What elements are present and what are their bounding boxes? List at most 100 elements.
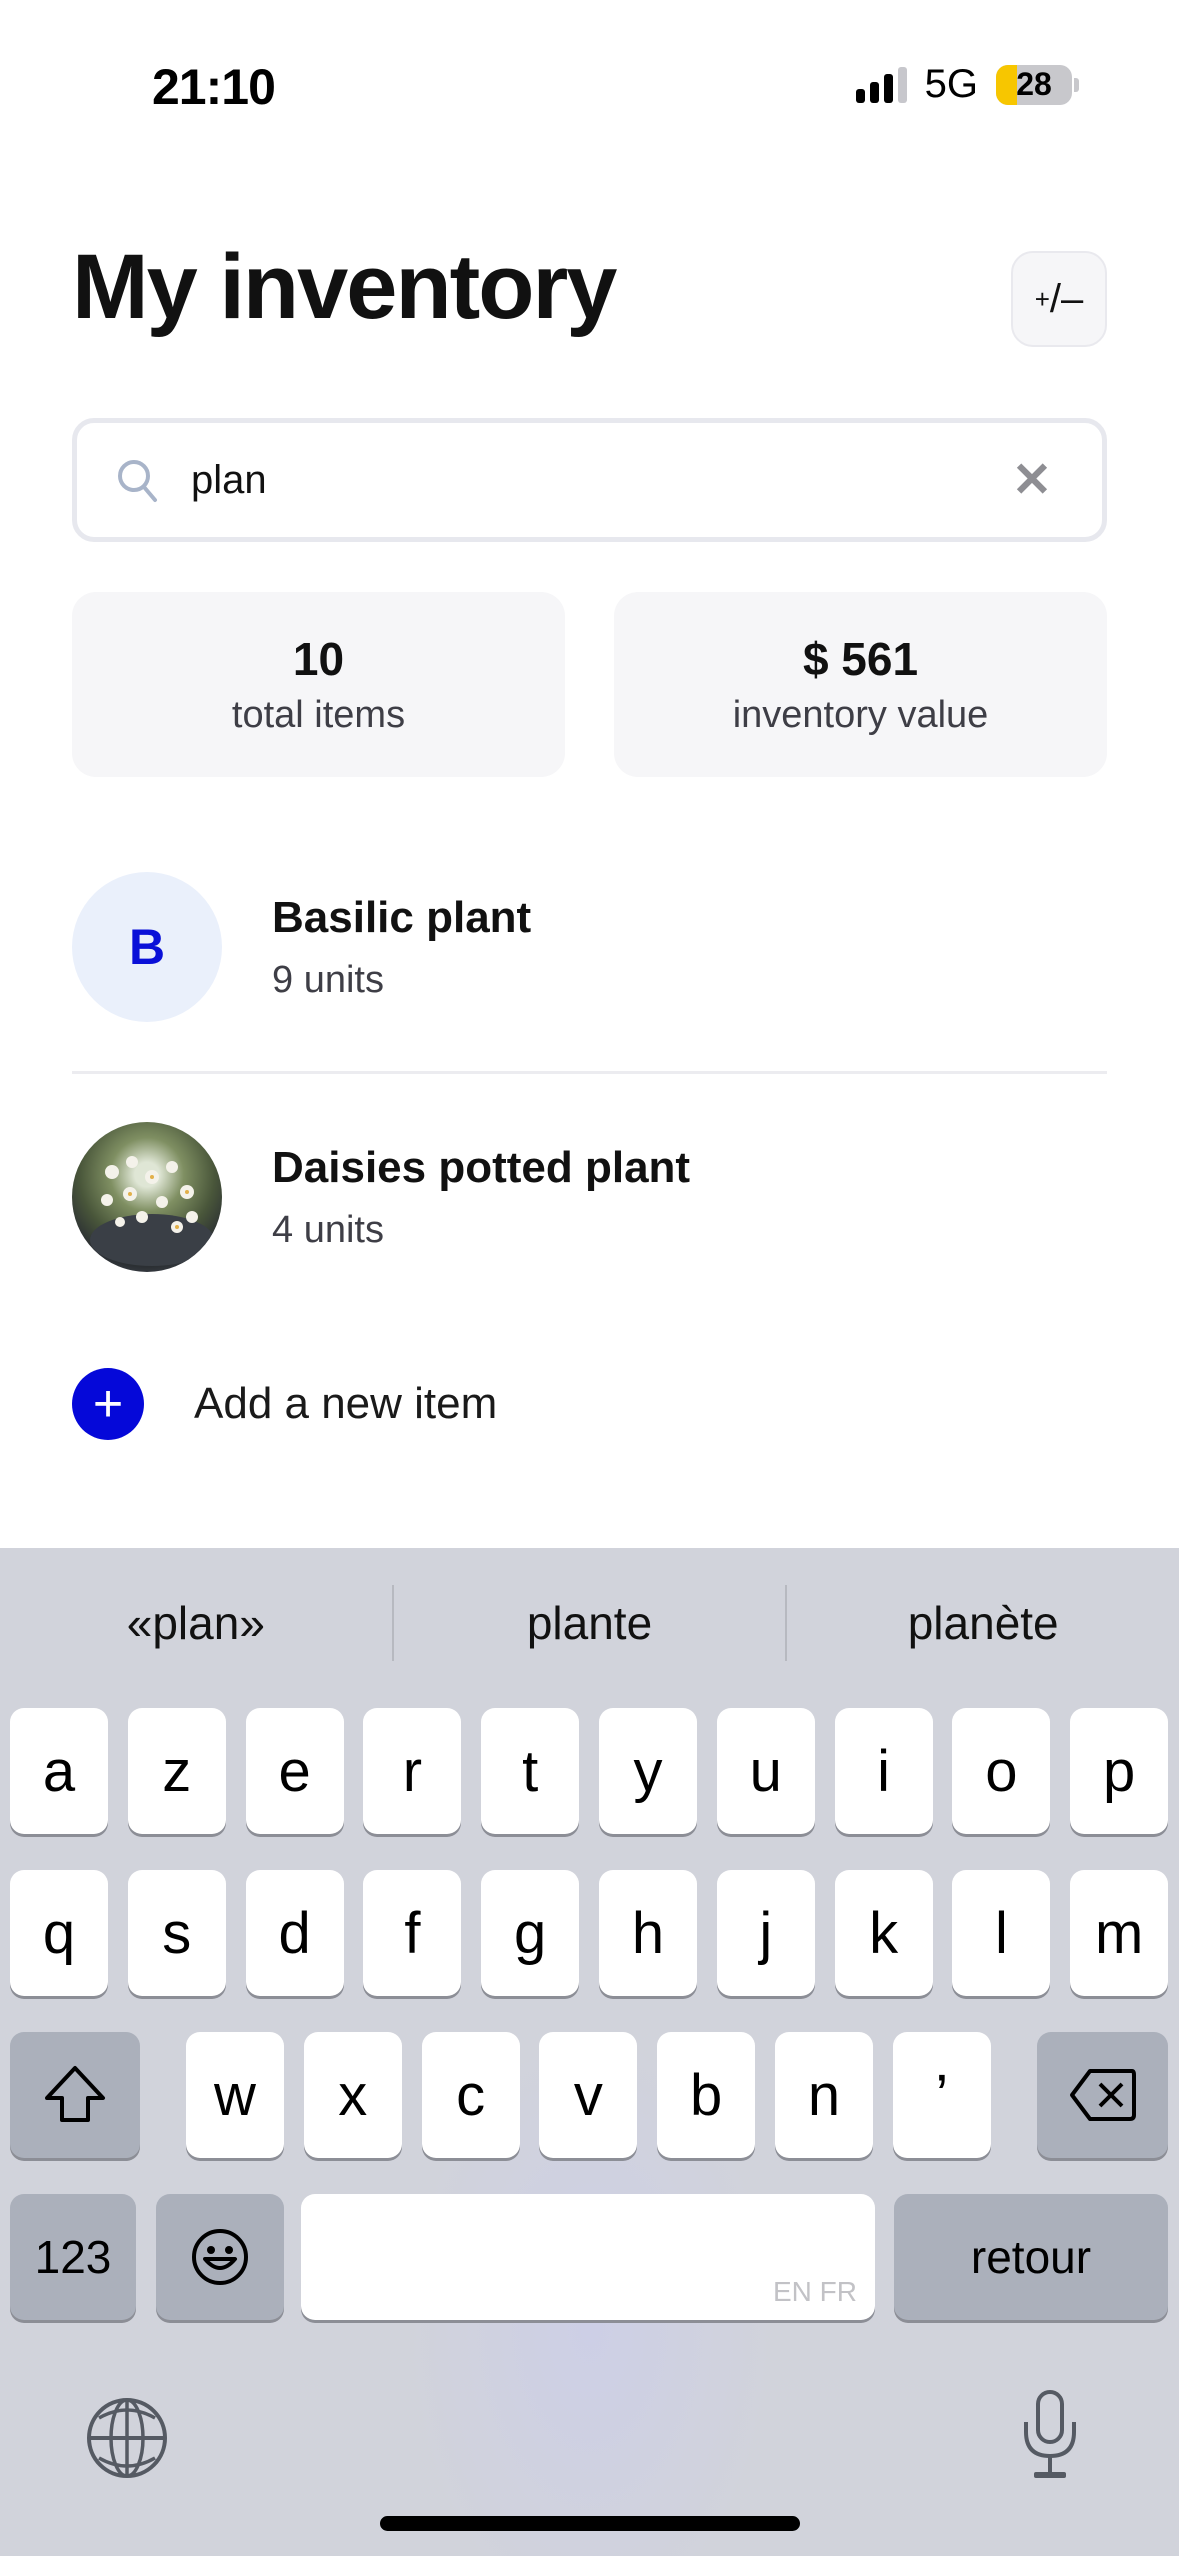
suggestion-item[interactable]: «plan» bbox=[0, 1596, 392, 1650]
key-label: w bbox=[214, 2062, 256, 2128]
divider bbox=[72, 1071, 1107, 1074]
key-z[interactable]: z bbox=[127, 1708, 226, 1834]
suggestion-item[interactable]: planète bbox=[787, 1596, 1179, 1650]
emoji-icon bbox=[192, 2229, 248, 2285]
numbers-key[interactable]: 123 bbox=[10, 2194, 136, 2320]
add-new-item-label: Add a new item bbox=[194, 1379, 498, 1428]
return-key-label: retour bbox=[970, 2231, 1092, 2283]
key-c[interactable]: c bbox=[421, 2032, 520, 2158]
key-b[interactable]: b bbox=[657, 2032, 756, 2158]
search-input[interactable] bbox=[191, 450, 1002, 510]
add-new-item-button[interactable]: + Add a new item bbox=[72, 1368, 497, 1440]
item-units: 9 units bbox=[272, 958, 384, 1001]
search-bar[interactable]: ✕ bbox=[72, 418, 1107, 542]
globe-icon[interactable] bbox=[85, 2396, 169, 2485]
key-y[interactable]: y bbox=[599, 1708, 697, 1834]
delete-key[interactable] bbox=[1037, 2032, 1168, 2158]
emoji-key[interactable] bbox=[156, 2194, 284, 2320]
key-label: r bbox=[402, 1738, 423, 1804]
key-label: l bbox=[994, 1900, 1008, 1966]
key-o[interactable]: o bbox=[952, 1708, 1051, 1834]
key-label: q bbox=[42, 1900, 76, 1966]
avatar: B bbox=[72, 872, 222, 1022]
key-label: y bbox=[633, 1738, 663, 1804]
status-indicators: 5G 28 bbox=[855, 62, 1079, 107]
key-e[interactable]: e bbox=[245, 1708, 344, 1834]
clear-search-icon[interactable]: ✕ bbox=[1002, 450, 1062, 510]
home-indicator[interactable] bbox=[380, 2516, 800, 2531]
key-label: n bbox=[807, 2062, 841, 2128]
key-i[interactable]: i bbox=[834, 1708, 933, 1834]
key-label: m bbox=[1095, 1900, 1144, 1966]
key-apostrophe[interactable]: ’ bbox=[892, 2032, 991, 2158]
battery-level: 28 bbox=[1016, 66, 1052, 102]
status-bar: 21:10 5G 28 bbox=[0, 0, 1179, 170]
key-label: g bbox=[514, 1900, 547, 1966]
key-label: h bbox=[631, 1900, 665, 1966]
key-label: c bbox=[456, 2062, 486, 2128]
key-label: j bbox=[759, 1900, 773, 1966]
item-photo bbox=[72, 1122, 222, 1272]
key-label: u bbox=[749, 1738, 782, 1804]
total-items-value: 10 bbox=[292, 633, 345, 685]
key-s[interactable]: s bbox=[127, 1870, 226, 1996]
key-f[interactable]: f bbox=[363, 1870, 462, 1996]
key-q[interactable]: q bbox=[10, 1870, 108, 1996]
key-n[interactable]: n bbox=[775, 2032, 873, 2158]
list-item[interactable]: B Basilic plant 9 units bbox=[72, 867, 1107, 1027]
shift-icon bbox=[45, 2066, 105, 2122]
key-v[interactable]: v bbox=[539, 2032, 638, 2158]
total-items-card: 10 total items bbox=[72, 592, 565, 777]
key-label: f bbox=[404, 1900, 421, 1966]
return-key[interactable]: retour bbox=[894, 2194, 1168, 2320]
key-label: s bbox=[162, 1900, 192, 1966]
status-time: 21:10 bbox=[152, 59, 276, 115]
backspace-icon bbox=[1069, 2069, 1136, 2121]
slash-minus: /– bbox=[1049, 276, 1084, 321]
key-label: o bbox=[985, 1738, 1018, 1804]
key-label: i bbox=[877, 1738, 891, 1804]
network-type: 5G bbox=[924, 62, 978, 106]
item-name: Daisies potted plant bbox=[272, 1142, 691, 1192]
key-d[interactable]: d bbox=[245, 1870, 344, 1996]
key-p[interactable]: p bbox=[1070, 1708, 1169, 1834]
key-r[interactable]: r bbox=[363, 1708, 462, 1834]
key-label: p bbox=[1103, 1738, 1136, 1804]
inventory-value-value: $ 561 bbox=[802, 633, 919, 685]
battery-icon: 28 bbox=[996, 64, 1079, 105]
key-u[interactable]: u bbox=[716, 1708, 815, 1834]
suggestion-item[interactable]: plante bbox=[394, 1596, 786, 1650]
shift-key[interactable] bbox=[10, 2032, 140, 2158]
key-t[interactable]: t bbox=[481, 1708, 580, 1834]
key-j[interactable]: j bbox=[716, 1870, 815, 1996]
key-label: z bbox=[162, 1738, 192, 1804]
key-h[interactable]: h bbox=[599, 1870, 697, 1996]
key-label: v bbox=[573, 2062, 603, 2128]
list-item[interactable]: Daisies potted plant 4 units bbox=[72, 1117, 1107, 1277]
item-name: Basilic plant bbox=[272, 892, 532, 942]
plus-sign: + bbox=[1034, 283, 1050, 314]
item-units: 4 units bbox=[272, 1208, 384, 1251]
key-g[interactable]: g bbox=[481, 1870, 580, 1996]
key-k[interactable]: k bbox=[834, 1870, 933, 1996]
cellular-signal-icon bbox=[855, 66, 907, 103]
key-w[interactable]: w bbox=[186, 2032, 284, 2158]
plus-icon: + bbox=[72, 1368, 144, 1440]
microphone-icon[interactable] bbox=[1018, 2388, 1082, 2489]
suggestion-bar: «plan» plante planète bbox=[0, 1548, 1179, 1698]
key-label: e bbox=[278, 1738, 311, 1804]
key-m[interactable]: m bbox=[1070, 1870, 1169, 1996]
inventory-value-label: inventory value bbox=[732, 694, 989, 736]
key-label: b bbox=[690, 2062, 723, 2128]
key-label: a bbox=[42, 1738, 76, 1804]
search-icon bbox=[118, 460, 157, 502]
keyboard: «plan» plante planète a z e r t y u i o p q s d f g h j k… bbox=[0, 1548, 1179, 2556]
key-label: ’ bbox=[935, 2062, 949, 2128]
key-a[interactable]: a bbox=[10, 1708, 108, 1834]
key-label: d bbox=[278, 1900, 311, 1966]
daisies-photo-icon bbox=[90, 1156, 214, 1266]
key-x[interactable]: x bbox=[303, 2032, 402, 2158]
key-l[interactable]: l bbox=[952, 1870, 1051, 1996]
space-key[interactable]: EN FR bbox=[301, 2194, 875, 2320]
adjust-quantity-button[interactable]: +/– bbox=[1011, 251, 1107, 347]
